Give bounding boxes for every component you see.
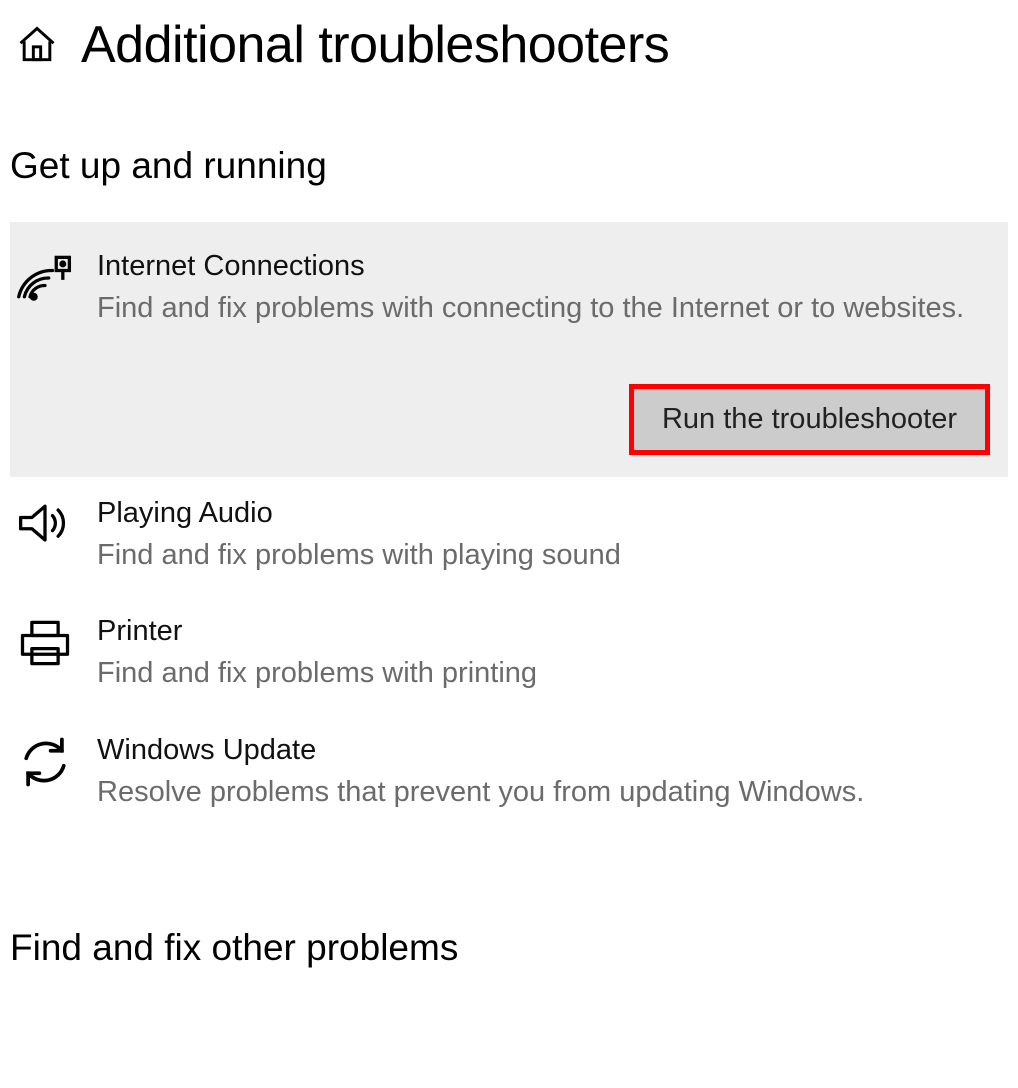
troubleshooter-body: Playing Audio Find and fix problems with… bbox=[97, 497, 993, 576]
troubleshooter-desc: Resolve problems that prevent you from u… bbox=[97, 772, 993, 813]
page-header: Additional troubleshooters bbox=[10, 15, 1008, 75]
section-get-up-running: Get up and running bbox=[10, 145, 1008, 187]
troubleshooter-body: Printer Find and fix problems with print… bbox=[97, 615, 993, 694]
troubleshooter-printer[interactable]: Printer Find and fix problems with print… bbox=[10, 595, 1008, 714]
troubleshooter-internet-connections[interactable]: Internet Connections Find and fix proble… bbox=[10, 222, 1008, 477]
update-icon bbox=[15, 734, 75, 790]
troubleshooter-windows-update[interactable]: Windows Update Resolve problems that pre… bbox=[10, 714, 1008, 833]
troubleshooter-desc: Find and fix problems with printing bbox=[97, 653, 993, 694]
troubleshooter-title: Windows Update bbox=[97, 734, 993, 767]
page-title: Additional troubleshooters bbox=[81, 15, 669, 75]
section-find-fix-other: Find and fix other problems bbox=[10, 927, 1008, 969]
troubleshooter-title: Internet Connections bbox=[97, 250, 990, 283]
troubleshooter-body: Windows Update Resolve problems that pre… bbox=[97, 734, 993, 813]
troubleshooter-title: Playing Audio bbox=[97, 497, 993, 530]
speaker-icon bbox=[15, 497, 75, 553]
run-troubleshooter-button[interactable]: Run the troubleshooter bbox=[629, 384, 990, 455]
printer-icon bbox=[15, 615, 75, 671]
troubleshooter-playing-audio[interactable]: Playing Audio Find and fix problems with… bbox=[10, 477, 1008, 596]
troubleshooter-desc: Find and fix problems with connecting to… bbox=[97, 288, 990, 329]
troubleshooter-body: Internet Connections Find and fix proble… bbox=[97, 250, 990, 455]
home-icon[interactable] bbox=[15, 23, 59, 67]
troubleshooter-desc: Find and fix problems with playing sound bbox=[97, 535, 993, 576]
wifi-network-icon bbox=[15, 250, 75, 306]
troubleshooter-title: Printer bbox=[97, 615, 993, 648]
